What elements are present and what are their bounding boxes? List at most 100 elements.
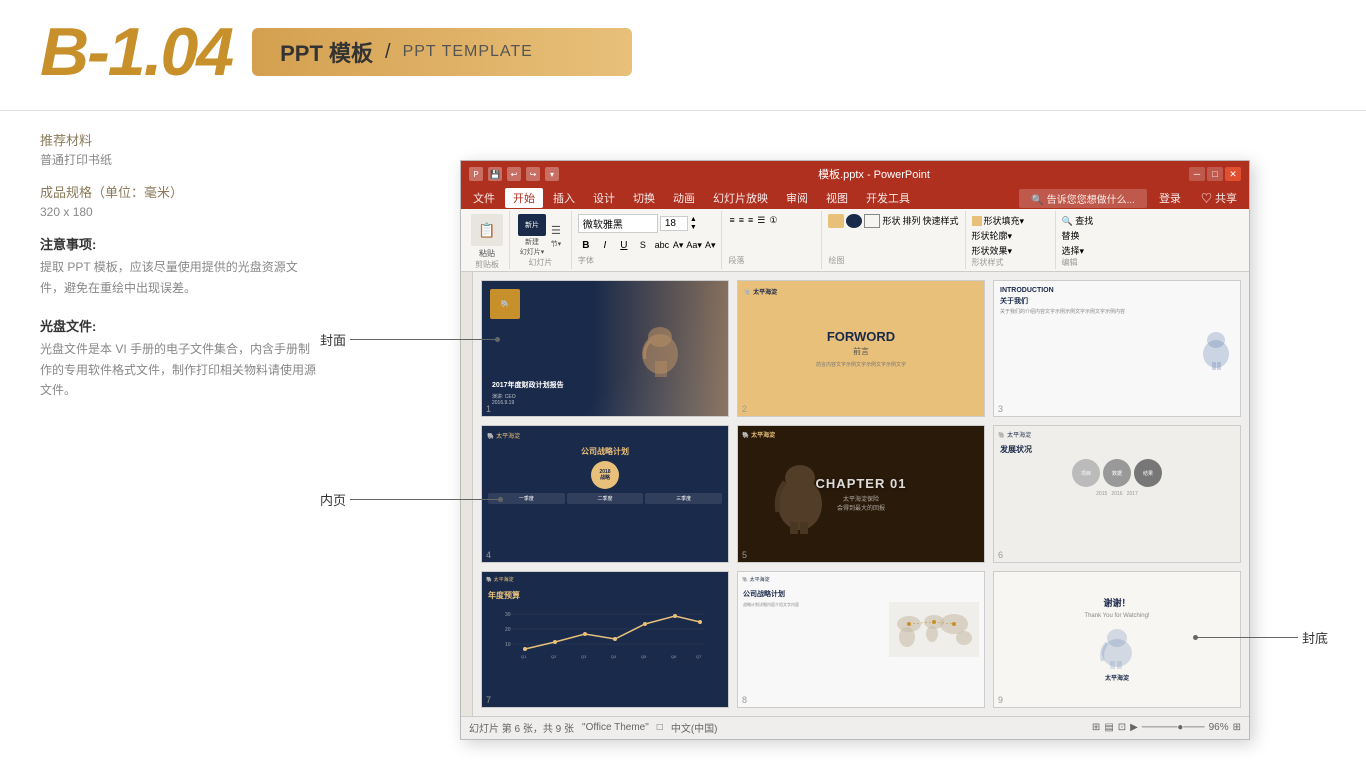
slide-area: 🐘 2017年度财政计划报告 演讲: CEO2016.9.19 [461,272,1249,716]
slide1-logo: 🐘 [490,289,520,319]
slide-thumb-1[interactable]: 🐘 2017年度财政计划报告 演讲: CEO2016.9.19 [481,280,729,417]
slide-thumb-4[interactable]: 🐘 太平海淀 公司战略计划 2018战略 一季度 二季度 三季度 4 [481,425,729,562]
select-button[interactable]: 选择▾ [1062,244,1094,257]
align-right-button[interactable]: ≡ [747,214,754,227]
slide-thumb-2[interactable]: 🐘 太平海淀 FORWORD 前言 前言内容文字示例文字示例文字示例文字 2 [737,280,985,417]
paste-button[interactable]: 📋 [471,214,503,246]
quick-styles-button[interactable]: 快速样式 [923,214,959,228]
new-slide-button[interactable]: 新片 新建 幻灯片▾ [518,214,546,257]
customize-icon[interactable]: ▾ [545,167,559,181]
slide-number-1: 1 [486,404,491,414]
view-slide-btn[interactable]: ▤ [1104,722,1113,733]
title-bar-icons: P 💾 ↩ ↪ ▾ [469,167,559,181]
text-shadow-button[interactable]: abc [654,238,670,252]
menu-design[interactable]: 设计 [585,188,623,208]
slide2-subtitle: 前言 [853,346,869,357]
menu-view[interactable]: 视图 [818,188,856,208]
view-normal-btn[interactable]: ⊞ [1092,722,1100,733]
menu-right: 🔍 告诉您您想做什么... 登录 ♡ 共享 [1019,188,1245,208]
font-size-input[interactable]: 18 [660,216,688,231]
underline-button[interactable]: U [616,238,632,252]
cover-annotation-label: 封面 [320,330,346,349]
shape-fill-btn[interactable]: 形状填充▾ [972,214,1049,227]
arrange-button[interactable]: 排列 [902,214,920,228]
section-button[interactable]: ☰ 节▾ [549,222,563,249]
bold-button[interactable]: B [578,238,594,252]
shape3[interactable] [864,214,880,228]
svg-text:10: 10 [505,642,511,648]
shape-effect-btn[interactable]: 形状效果▾ [972,244,1049,257]
restore-button[interactable]: □ [1207,167,1223,181]
align-left-button[interactable]: ≡ [728,214,735,227]
shape-fill-button[interactable]: 形状 [882,214,900,228]
menu-home[interactable]: 开始 [505,188,543,208]
note-title: 注意事项: [40,234,320,253]
note-content: 提取 PPT 模板，应该尽量使用提供的光盘资源文件，避免在重绘中出现误差。 [40,257,320,298]
minimize-button[interactable]: ─ [1189,167,1205,181]
slide1-elephant-bg [593,281,728,416]
header: B-1.04 PPT 模板 / PPT TEMPLATE [0,0,1366,96]
share-button[interactable]: ♡ 共享 [1193,188,1245,208]
menu-transition[interactable]: 切换 [625,188,663,208]
ribbon-toolbar: 📋 粘贴 剪贴板 新片 新建 幻灯片▾ ☰ 节▾ [461,209,1249,272]
search-box[interactable]: 🔍 告诉您您想做什么... [1019,189,1147,208]
disc-content: 光盘文件是本 VI 手册的电子文件集合，内含手册制作的专用软件格式文件，制作打印… [40,339,320,400]
menu-file[interactable]: 文件 [465,188,503,208]
back-annotation-line [1198,637,1298,638]
slide-thumb-3[interactable]: INTRODUCTION 关于我们 关于我们的介绍内容文字示例示例文字示例文字示… [993,280,1241,417]
edit-group-label: 编辑 [1062,257,1094,268]
svg-text:Q7: Q7 [696,654,702,659]
zoom-slider[interactable]: ─────●─── [1142,722,1205,733]
login-button[interactable]: 登录 [1151,188,1189,208]
inner-annotation-line [350,499,498,500]
undo-icon[interactable]: ↩ [507,167,521,181]
slide6-title: 发展状况 [1000,444,1234,455]
material-content: 普通打印书纸 [40,151,320,170]
slide-thumb-7[interactable]: 🐘 太平海淀 年度预算 30 20 10 [481,571,729,708]
menu-animation[interactable]: 动画 [665,188,703,208]
replace-button[interactable]: 替换 [1062,229,1094,242]
numbering-button[interactable]: ① [768,214,778,227]
align-center-button[interactable]: ≡ [738,214,745,227]
menu-developer[interactable]: 开发工具 [858,188,918,208]
paragraph-group-label: 段落 [728,255,815,266]
slide-number-9: 9 [998,695,1003,705]
strikethrough-button[interactable]: S [635,238,651,252]
slide7-chart: 30 20 10 [488,604,722,659]
fit-window-btn[interactable]: ⊞ [1233,722,1241,733]
slide-thumb-6[interactable]: 🐘 太平海淀 发展状况 项目 数据 结果 2015 2016 2017 6 [993,425,1241,562]
slide-thumb-5[interactable]: 🐘 太平海淀 CHAPTER 01 太平海 [737,425,985,562]
find-button[interactable]: 🔍 查找 [1062,214,1094,227]
svg-text:Q6: Q6 [671,654,677,659]
slide-number-7: 7 [486,695,491,705]
view-slideshow-btn[interactable]: ▶ [1130,722,1138,733]
shape2[interactable] [846,214,862,228]
font-size-increase[interactable]: Aa▾ [686,240,702,251]
italic-button[interactable]: I [597,238,613,252]
shape-outline-btn[interactable]: 形状轮廓▾ [972,229,1049,242]
slide9-thanks: 谢谢！ [1103,596,1130,609]
font-color-button[interactable]: A▾ [673,240,684,251]
close-button[interactable]: ✕ [1225,167,1241,181]
slide5-subtitle: 太平海淀保险会得到最大的回报 [837,494,885,512]
elephant-icon-1 [635,319,685,379]
menu-insert[interactable]: 插入 [545,188,583,208]
font-name-input[interactable]: 微软雅黑 [578,214,658,233]
font-size-spinner[interactable]: ▲ ▼ [690,216,697,232]
font-size-decrease[interactable]: A▾ [705,240,716,251]
size-label: 成品规格（单位：毫米） [40,182,320,201]
bullet-button[interactable]: ☰ [756,214,766,227]
elephant-icon-5 [770,454,830,534]
view-reading-btn[interactable]: ⊡ [1118,722,1126,733]
redo-icon[interactable]: ↪ [526,167,540,181]
inner-annotation-dot [498,497,503,502]
slide-thumb-8[interactable]: 🐘 太平海淀 公司战略计划 战略计划详细内容介绍文字内容 [737,571,985,708]
paste-label: 粘贴 [479,248,495,259]
save-icon[interactable]: 💾 [488,167,502,181]
menu-slideshow[interactable]: 幻灯片放映 [705,188,776,208]
slide8-text: 战略计划详细内容介绍文字内容 [743,602,885,608]
slide1-title-text: 2017年度财政计划报告 [492,380,564,390]
slide6-circle3: 结果 [1134,459,1162,487]
menu-review[interactable]: 审阅 [778,188,816,208]
shape1[interactable] [828,214,844,228]
